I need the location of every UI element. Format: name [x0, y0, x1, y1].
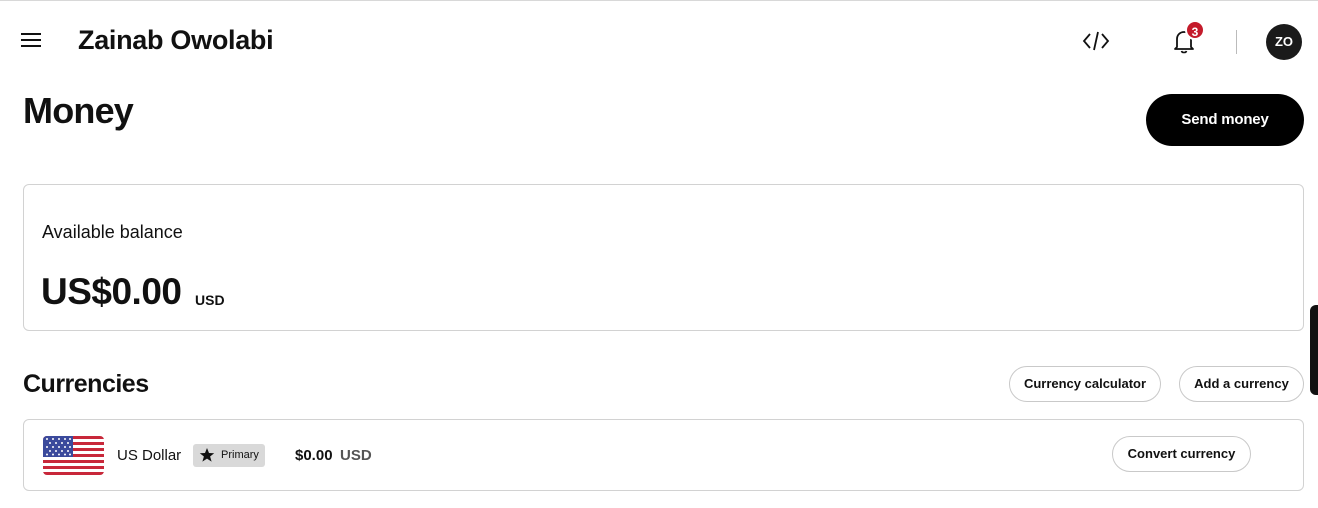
currencies-title: Currencies	[23, 370, 149, 398]
notification-count-badge: 3	[1185, 20, 1205, 40]
header-divider	[1236, 30, 1237, 54]
primary-tag: Primary	[193, 444, 265, 467]
top-bar: Zainab Owolabi 3 ZO	[0, 0, 1318, 80]
currency-amount: $0.00	[295, 447, 333, 464]
currency-name: US Dollar	[117, 447, 182, 464]
us-flag-icon	[43, 436, 104, 475]
balance-amount: US$0.00	[41, 271, 182, 312]
hamburger-menu-icon[interactable]	[20, 29, 44, 51]
balance-label: Available balance	[42, 222, 183, 242]
code-brackets-icon[interactable]	[1082, 29, 1110, 53]
send-money-button[interactable]: Send money	[1146, 94, 1304, 146]
currency-calculator-button[interactable]: Currency calculator	[1009, 366, 1161, 402]
user-name-title: Zainab Owolabi	[78, 25, 274, 55]
convert-currency-button[interactable]: Convert currency	[1112, 436, 1251, 472]
currency-code: USD	[340, 447, 372, 464]
balance-card: Available balance US$0.00 USD	[23, 184, 1304, 331]
side-drawer-tab[interactable]	[1310, 305, 1318, 395]
balance-currency-code: USD	[195, 292, 225, 308]
primary-tag-label: Primary	[221, 449, 259, 461]
star-icon	[199, 447, 215, 472]
page-title: Money	[23, 90, 134, 131]
add-currency-button[interactable]: Add a currency	[1179, 366, 1304, 402]
main-content: Money Send money Available balance US$0.…	[0, 80, 1318, 508]
avatar[interactable]: ZO	[1266, 24, 1302, 60]
currency-row-usd[interactable]: US Dollar Primary $0.00 USD Convert curr…	[23, 419, 1304, 491]
